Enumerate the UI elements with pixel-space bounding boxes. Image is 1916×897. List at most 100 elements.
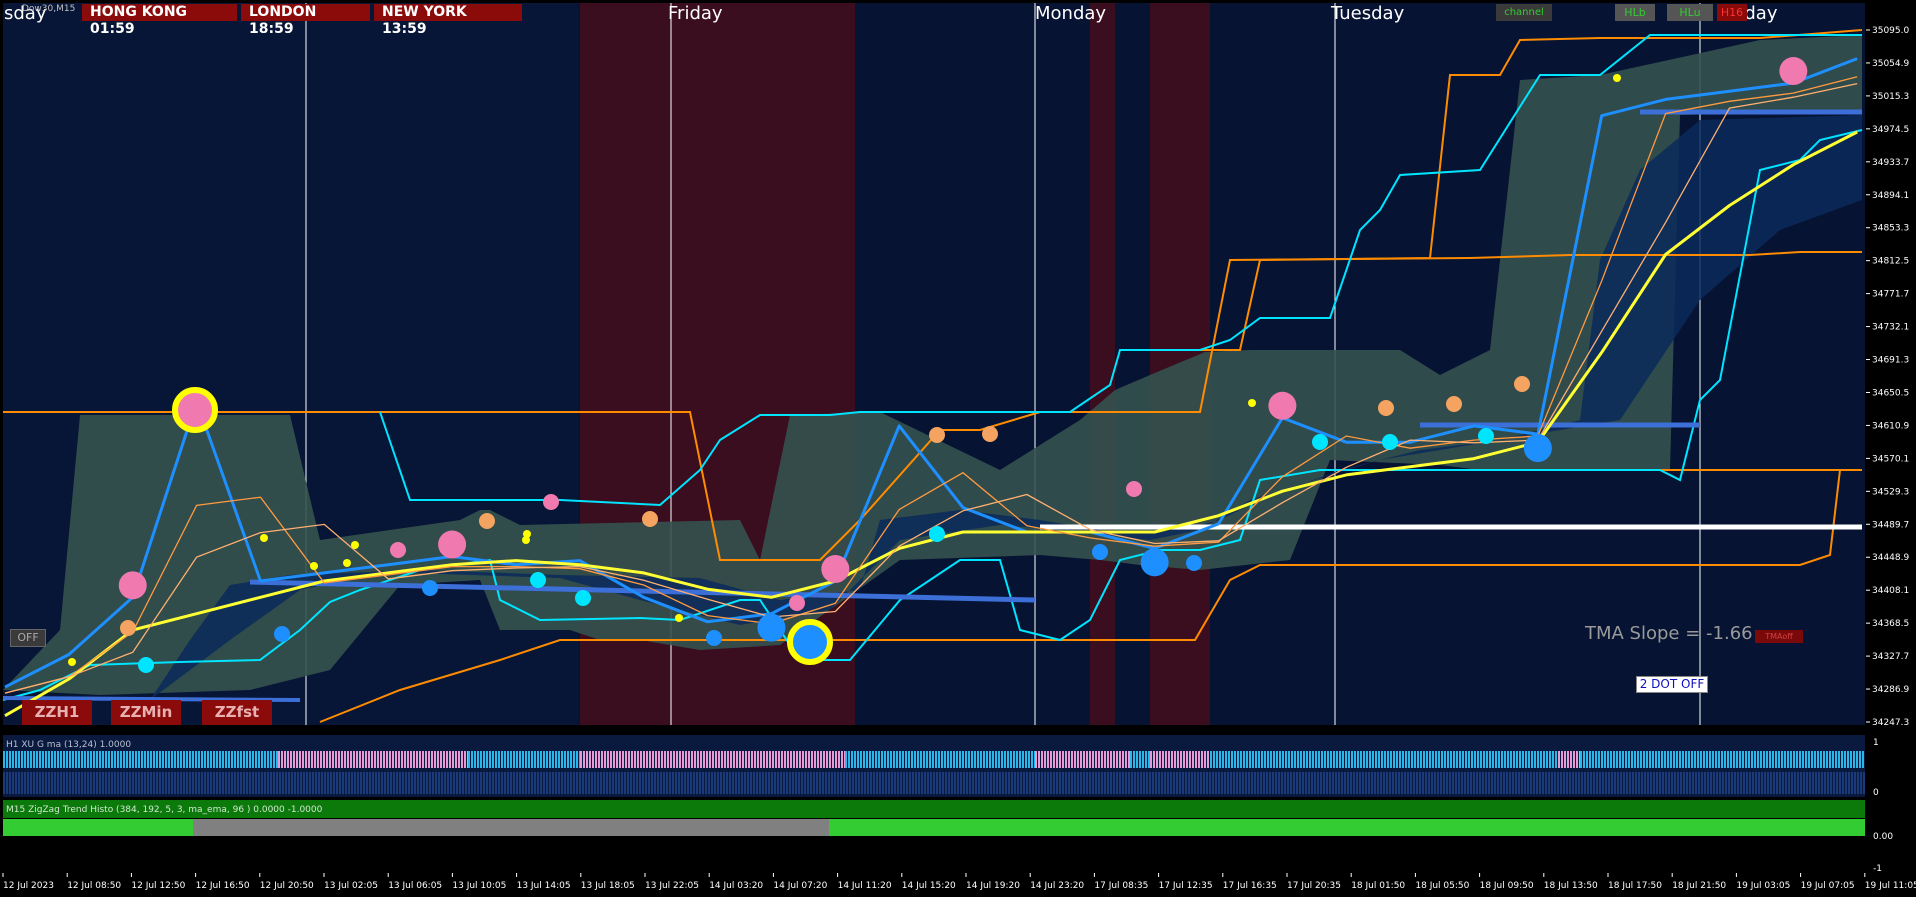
hlu-button[interactable]: HLu <box>1667 4 1713 21</box>
histogram-bar <box>875 751 877 768</box>
histogram-bar <box>1787 751 1789 768</box>
histogram-bar <box>1513 751 1515 768</box>
histogram-bar <box>1841 751 1843 768</box>
histogram-bar <box>138 751 140 768</box>
histogram-bar-lower <box>180 772 182 794</box>
histogram-bar-lower <box>1338 772 1340 794</box>
histogram-bar <box>1381 751 1383 768</box>
x-tick-label: 18 Jul 01:50 <box>1351 881 1405 891</box>
histogram-bar-lower <box>1848 772 1850 794</box>
histogram-bar-lower <box>1425 772 1427 794</box>
signal-dot <box>706 630 722 646</box>
histogram-bar <box>799 751 801 768</box>
histogram-bar <box>1306 751 1308 768</box>
histogram-bar <box>1330 751 1332 768</box>
histogram-bar <box>1186 751 1188 768</box>
histogram-bar-lower <box>1476 772 1478 794</box>
histogram-bar <box>911 751 913 768</box>
tma-off-button[interactable]: TMAoff <box>1755 630 1803 643</box>
histogram-bar <box>1456 751 1458 768</box>
buy-signal-dot <box>1140 548 1169 577</box>
histogram-bar-lower <box>405 772 407 794</box>
histogram-bar <box>1261 751 1263 768</box>
histogram-bar-lower <box>1065 772 1067 794</box>
histogram-bar-lower <box>1689 772 1691 794</box>
histogram-bar-lower <box>1467 772 1469 794</box>
zzmin-button[interactable]: ZZMin <box>111 700 181 725</box>
histogram-bar <box>1646 751 1648 768</box>
histogram-bar-lower <box>522 772 524 794</box>
histogram-bar <box>207 751 209 768</box>
y-tick-label: 34812.5 <box>1872 257 1909 267</box>
histogram-bar-lower <box>426 772 428 794</box>
histogram-bar <box>953 751 955 768</box>
histogram-bar <box>1670 751 1672 768</box>
channel-button[interactable]: channel <box>1496 4 1552 21</box>
histogram-bar-lower <box>579 772 581 794</box>
histogram-bar-lower <box>1485 772 1487 794</box>
histogram-bar-lower <box>822 772 824 794</box>
histogram-bar-lower <box>459 772 461 794</box>
histogram-bar-lower <box>1200 772 1202 794</box>
x-tick-label: 17 Jul 16:35 <box>1223 881 1277 891</box>
histogram-bar-lower <box>654 772 656 794</box>
histogram-bar-lower <box>1662 772 1664 794</box>
histogram-bar-lower <box>1272 772 1274 794</box>
histogram-bar-lower <box>375 772 377 794</box>
histogram-bar <box>1613 751 1615 768</box>
histogram-bar-lower <box>150 772 152 794</box>
histogram-bar <box>1010 751 1012 768</box>
histogram-bar <box>1607 751 1609 768</box>
signal-dot <box>1478 428 1494 444</box>
histogram-bar <box>1616 751 1618 768</box>
histogram-bar <box>1832 751 1834 768</box>
histogram-bar <box>1580 751 1582 768</box>
histogram-bar-lower <box>1452 772 1454 794</box>
histogram-bar <box>398 751 400 768</box>
histogram-bar-lower <box>84 772 86 794</box>
histogram-bar <box>1041 751 1043 768</box>
x-tick-label: 14 Jul 15:20 <box>902 881 956 891</box>
histogram-bar <box>983 751 985 768</box>
y-tick-label: 34327.7 <box>1872 652 1909 662</box>
histogram-bar <box>760 751 762 768</box>
histogram-bar <box>962 751 964 768</box>
histogram-bar <box>1225 751 1227 768</box>
h16-button[interactable]: H16 <box>1717 4 1747 21</box>
histogram-bar <box>1492 751 1494 768</box>
dot-off-button[interactable]: 2 DOT OFF <box>1636 676 1708 693</box>
histogram-bar-lower <box>912 772 914 794</box>
histogram-bar-lower <box>1728 772 1730 794</box>
zzfst-button[interactable]: ZZfst <box>202 700 272 725</box>
histogram-bar-lower <box>543 772 545 794</box>
histogram-bar <box>1829 751 1831 768</box>
y-tick-label: 34853.3 <box>1872 224 1909 234</box>
histogram-bar <box>407 751 409 768</box>
histogram-bar-lower <box>168 772 170 794</box>
price-axis: 35095.0 35054.9 35015.3 34974.5 34933.7 34894… <box>1866 3 1916 728</box>
histogram-bar <box>1408 751 1410 768</box>
zzh1-button[interactable]: ZZH1 <box>22 700 92 725</box>
histogram-bar-lower <box>156 772 158 794</box>
histogram-bar-lower <box>1704 772 1706 794</box>
histogram-bar-lower <box>1392 772 1394 794</box>
histogram-bar <box>231 751 233 768</box>
histogram-bar-lower <box>261 772 263 794</box>
histogram-bar-lower <box>1857 772 1859 794</box>
histogram-bar-lower <box>1818 772 1820 794</box>
histogram-bar-lower <box>396 772 398 794</box>
histogram-bar <box>353 751 355 768</box>
histogram-bar <box>15 751 17 768</box>
histogram-bar <box>270 751 272 768</box>
histogram-bar-lower <box>390 772 392 794</box>
histogram-bar <box>1153 751 1155 768</box>
off-button[interactable]: OFF <box>10 629 46 647</box>
histogram-bar <box>1775 751 1777 768</box>
histogram-bar-lower <box>1116 772 1118 794</box>
histogram-bar-lower <box>1782 772 1784 794</box>
histogram-bar <box>613 751 615 768</box>
histogram-bar <box>255 751 257 768</box>
histogram-bar <box>866 751 868 768</box>
histogram-bar <box>1631 751 1633 768</box>
hlb-button[interactable]: HLb <box>1615 4 1655 21</box>
